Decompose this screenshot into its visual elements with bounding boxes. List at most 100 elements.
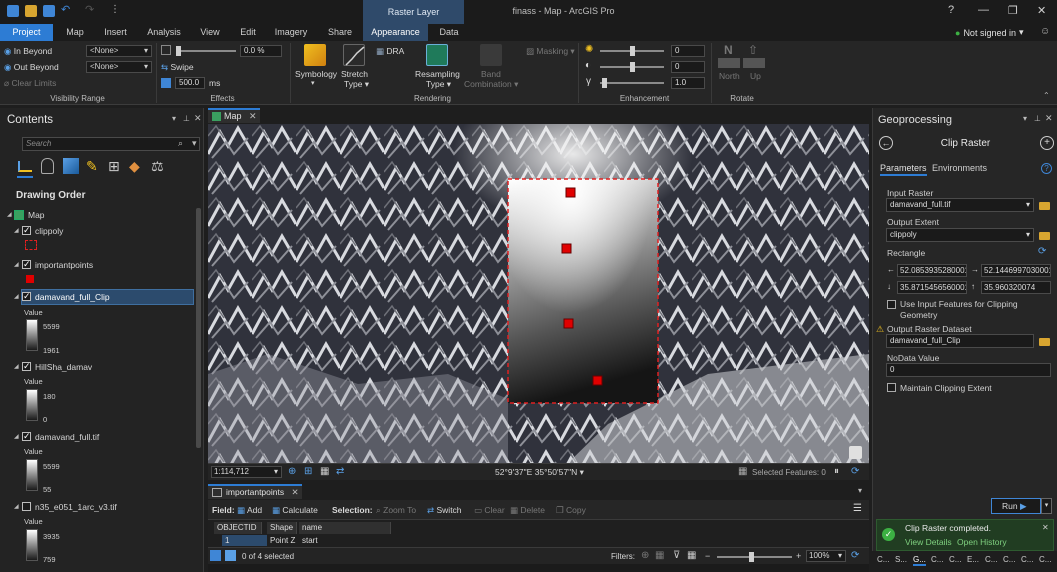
- resampling-type-icon[interactable]: [426, 44, 448, 66]
- pane-tab[interactable]: C...: [877, 555, 889, 564]
- view-details-link[interactable]: View Details: [905, 537, 952, 547]
- tab-data[interactable]: Data: [434, 24, 464, 41]
- resampling-type-button[interactable]: Resampling: [415, 69, 460, 79]
- gamma-slider[interactable]: [600, 82, 664, 84]
- list-by-snapping-icon[interactable]: ⊞: [108, 158, 124, 174]
- pane-tab[interactable]: S...: [895, 555, 907, 564]
- swipe-button[interactable]: ⇆ Swipe: [161, 62, 194, 73]
- flicker-rate-input[interactable]: 500.0: [175, 77, 205, 89]
- column-header-objectid[interactable]: OBJECTID: [214, 522, 262, 534]
- tab-parameters[interactable]: Parameters: [880, 163, 927, 176]
- show-all-records-icon[interactable]: [210, 550, 221, 561]
- undo-icon[interactable]: ↶: [61, 3, 73, 16]
- visibility-checkbox[interactable]: [22, 429, 31, 443]
- stretch-type-button[interactable]: Stretch: [341, 69, 368, 79]
- out-beyond-dropdown[interactable]: <None>: [86, 61, 152, 73]
- pane-tab[interactable]: C...: [985, 555, 997, 564]
- pin-icon[interactable]: ⊥: [183, 114, 190, 123]
- collapse-icon[interactable]: ◢: [14, 224, 19, 238]
- nodata-field[interactable]: 0: [886, 363, 1051, 377]
- collapse-icon[interactable]: ◢: [14, 360, 19, 374]
- search-icon[interactable]: ⌕: [178, 138, 183, 149]
- collapse-icon[interactable]: ◢: [14, 500, 19, 514]
- table-cell-objectid[interactable]: 1: [222, 535, 267, 546]
- refresh-icon[interactable]: ⟳: [851, 466, 859, 477]
- fixed-zoom-icon[interactable]: ⊕: [288, 466, 296, 477]
- filter-funnel-icon[interactable]: ⊽: [673, 550, 680, 561]
- brightness-input[interactable]: 0: [671, 45, 705, 57]
- resampling-type-button-line2[interactable]: Type ▾: [426, 79, 451, 90]
- close-pane-icon[interactable]: ✕: [1045, 113, 1053, 124]
- visibility-checkbox[interactable]: [22, 359, 31, 373]
- tab-appearance[interactable]: Appearance: [363, 24, 428, 41]
- table-menu-icon[interactable]: ▾: [858, 486, 862, 495]
- close-tab-icon[interactable]: ✕: [249, 111, 257, 121]
- symbology-dropdown-icon[interactable]: ▾: [311, 79, 315, 87]
- important-point[interactable]: [565, 187, 576, 198]
- rect-bottom-input[interactable]: 35.8715456560001: [897, 281, 967, 294]
- save-icon[interactable]: [43, 5, 55, 17]
- list-by-drawing-order-icon[interactable]: [17, 158, 33, 174]
- visibility-checkbox[interactable]: [22, 502, 31, 511]
- map-canvas[interactable]: [208, 124, 869, 463]
- visibility-checkbox[interactable]: [22, 223, 31, 237]
- pane-tab[interactable]: C...: [1039, 555, 1051, 564]
- close-button[interactable]: ✕: [1037, 4, 1046, 17]
- close-tab-icon[interactable]: ✕: [292, 487, 299, 497]
- list-by-selection-icon[interactable]: [63, 158, 79, 174]
- smiley-icon[interactable]: ☺: [1040, 26, 1050, 37]
- tab-attribute-table[interactable]: importantpoints ✕: [208, 484, 302, 499]
- collapse-icon[interactable]: ◢: [14, 290, 19, 304]
- list-by-source-icon[interactable]: [41, 158, 54, 174]
- table-zoom-dropdown[interactable]: 100% ▾: [806, 550, 846, 562]
- tab-insert[interactable]: Insert: [98, 24, 133, 41]
- help-icon[interactable]: ?: [1041, 163, 1052, 174]
- help-button[interactable]: ?: [948, 4, 954, 16]
- clip-raster-extent[interactable]: [507, 178, 659, 404]
- tab-analysis[interactable]: Analysis: [143, 24, 185, 41]
- list-by-perspective-icon[interactable]: ⚖: [151, 158, 167, 174]
- contents-search-input[interactable]: Search: [22, 137, 200, 151]
- visibility-checkbox[interactable]: [22, 257, 31, 271]
- clippoly-symbol[interactable]: [25, 240, 37, 250]
- table-grid-icon[interactable]: ▦: [687, 550, 696, 561]
- table-cell-shape[interactable]: Point Z: [267, 535, 299, 546]
- refresh-table-icon[interactable]: ⟳: [851, 550, 859, 561]
- important-point[interactable]: [561, 243, 572, 254]
- output-dataset-field[interactable]: damavand_full_Clip: [886, 334, 1034, 348]
- importantpoints-symbol[interactable]: [26, 275, 34, 283]
- symbology-button[interactable]: Symbology: [295, 69, 337, 79]
- tab-project[interactable]: Project: [0, 24, 53, 41]
- pane-tab[interactable]: C...: [1003, 555, 1015, 564]
- n35-color-ramp[interactable]: [26, 529, 38, 561]
- pane-tab[interactable]: C...: [949, 555, 961, 564]
- coordinate-readout[interactable]: 52°9'37"E 35°50'57"N ▾: [495, 467, 584, 478]
- pane-menu-icon[interactable]: ▾: [172, 114, 176, 123]
- contrast-input[interactable]: 0: [671, 61, 705, 73]
- pane-menu-icon[interactable]: ▾: [1023, 114, 1027, 123]
- pane-tab[interactable]: E...: [967, 555, 979, 564]
- table-zoom-slider[interactable]: [717, 556, 792, 558]
- transparency-input[interactable]: 0.0 %: [240, 45, 282, 57]
- grid-icon[interactable]: ⊞: [304, 466, 312, 477]
- show-selected-records-icon[interactable]: [225, 550, 236, 561]
- visibility-checkbox[interactable]: [22, 289, 31, 303]
- transparency-slider-thumb[interactable]: [176, 46, 181, 56]
- browse-folder-icon[interactable]: [1039, 338, 1050, 346]
- output-extent-field[interactable]: clippoly ▾: [886, 228, 1034, 242]
- important-point[interactable]: [563, 318, 574, 329]
- maintain-extent-checkbox[interactable]: [887, 383, 896, 392]
- open-history-link[interactable]: Open History: [957, 537, 1007, 547]
- column-header-name[interactable]: name: [299, 522, 391, 534]
- input-raster-field[interactable]: damavand_full.tif ▾: [886, 198, 1034, 212]
- tab-view[interactable]: View: [195, 24, 225, 41]
- browse-folder-icon[interactable]: [1039, 232, 1050, 240]
- pane-tab-geoprocessing[interactable]: G...: [913, 555, 926, 566]
- browse-folder-icon[interactable]: [1039, 202, 1050, 210]
- map-overview-icon[interactable]: [849, 446, 862, 459]
- zoom-out-icon[interactable]: −: [705, 551, 710, 561]
- important-point[interactable]: [592, 375, 603, 386]
- close-pane-icon[interactable]: ✕: [194, 113, 202, 124]
- gamma-slider-thumb[interactable]: [602, 78, 607, 88]
- reset-extent-icon[interactable]: ⟳: [1038, 246, 1046, 257]
